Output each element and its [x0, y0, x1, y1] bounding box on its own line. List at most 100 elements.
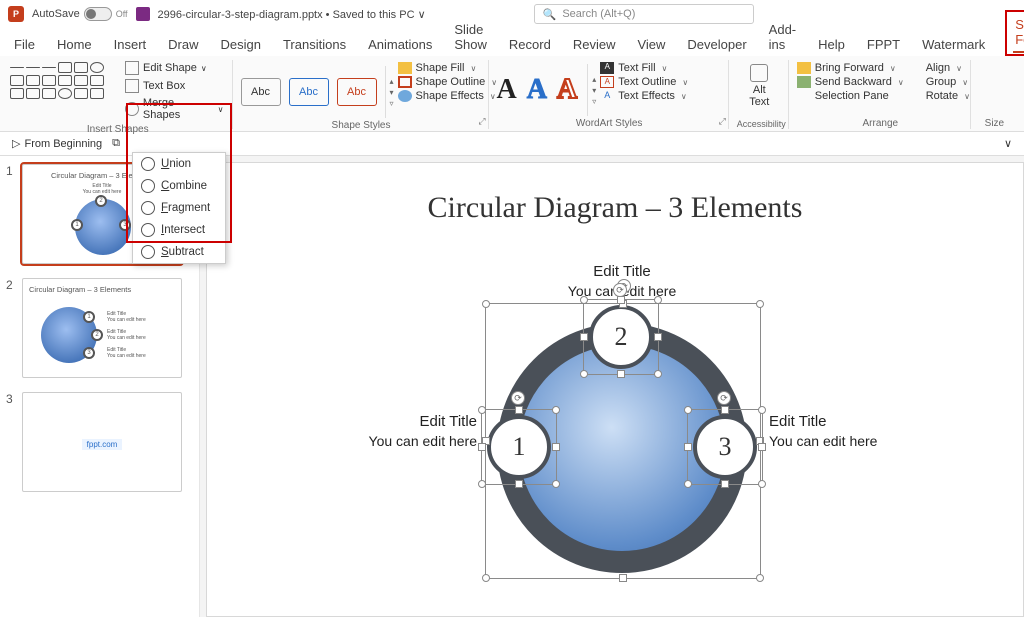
group-label-accessibility: Accessibility: [737, 117, 782, 129]
thumb-num-1: 1: [6, 164, 16, 264]
rotate-handle-node-2[interactable]: ⟳: [613, 283, 627, 297]
document-title[interactable]: 2996-circular-3-step-diagram.pptx • Save…: [158, 8, 426, 21]
rotate-handle-node-1[interactable]: ⟳: [511, 391, 525, 405]
text-effects-button[interactable]: AText Effects∨: [600, 90, 688, 102]
tab-draw[interactable]: Draw: [166, 33, 200, 56]
shape-fill-icon: [398, 62, 412, 74]
selection-node-3[interactable]: [687, 409, 763, 485]
wordart-sample-1[interactable]: A: [497, 74, 517, 106]
quick-dropdown[interactable]: ∨: [1004, 137, 1012, 150]
align-button[interactable]: Align∨: [908, 62, 970, 74]
text-box-button[interactable]: Text Box: [123, 78, 225, 94]
group-icon: [908, 76, 922, 88]
group-arrange: Bring Forward∨ Send Backward∨ Selection …: [795, 60, 971, 129]
toggle-icon[interactable]: [84, 7, 112, 21]
shapes-gallery[interactable]: [10, 60, 119, 99]
thumbnail-3[interactable]: fppt.com: [22, 392, 182, 492]
tab-developer[interactable]: Developer: [685, 33, 748, 56]
tab-file[interactable]: File: [12, 33, 37, 56]
merge-subtract[interactable]: Subtract: [133, 241, 225, 263]
autosave-label: AutoSave: [32, 8, 80, 20]
thumb-row-2[interactable]: 2 Circular Diagram – 3 Elements 1 2 3 Ed…: [6, 278, 193, 378]
combine-icon: [141, 179, 155, 193]
merge-combine[interactable]: Combine: [133, 175, 225, 197]
rotate-icon: [908, 90, 922, 102]
selection-node-1[interactable]: [481, 409, 557, 485]
tab-view[interactable]: View: [635, 33, 667, 56]
autosave-toggle[interactable]: AutoSave Off: [32, 7, 128, 21]
subtract-icon: [141, 245, 155, 259]
wordart-sample-2[interactable]: A: [527, 74, 547, 106]
tab-fppt[interactable]: FPPT: [865, 33, 902, 56]
text-fill-button[interactable]: AText Fill∨: [600, 62, 688, 74]
send-backward-icon: [797, 76, 811, 88]
merge-shapes-menu: Union Combine Fragment Intersect Subtrac…: [132, 152, 226, 264]
wordart-sample-3[interactable]: A: [557, 74, 577, 106]
shape-outline-button[interactable]: Shape Outline∨: [398, 76, 498, 88]
tab-help[interactable]: Help: [816, 33, 847, 56]
wordart-gallery-more[interactable]: ▴▾▿: [587, 64, 596, 116]
merge-shapes-icon: [125, 102, 139, 116]
rotate-handle-node-3[interactable]: ⟳: [717, 391, 731, 405]
quick-icon-1[interactable]: ⧉: [112, 137, 120, 150]
powerpoint-icon: P: [8, 6, 24, 22]
bring-forward-icon: [797, 62, 811, 74]
merge-union[interactable]: Union: [133, 153, 225, 175]
search-icon: 🔍: [543, 8, 557, 21]
wordart-gallery[interactable]: A A A ▴▾▿: [497, 60, 597, 116]
group-label-arrange: Arrange: [797, 116, 964, 129]
selection-node-2[interactable]: [583, 299, 659, 375]
tab-addins[interactable]: Add-ins: [767, 18, 798, 56]
play-icon: ▷: [12, 137, 20, 150]
style-gallery-more[interactable]: ▴▾▿: [385, 66, 394, 118]
diagram: Edit Title You can edit here Edit Title …: [397, 263, 847, 617]
shape-fill-button[interactable]: Shape Fill∨: [398, 62, 498, 74]
tab-review[interactable]: Review: [571, 33, 618, 56]
highlight-shape-format: Shape Format: [1005, 10, 1024, 56]
thumbnail-2[interactable]: Circular Diagram – 3 Elements 1 2 3 Edit…: [22, 278, 182, 378]
style-sample-1[interactable]: Abc: [241, 78, 281, 106]
rotate-button[interactable]: Rotate∨: [908, 90, 970, 102]
group-label-insert-shapes: Insert Shapes: [10, 122, 226, 135]
shape-styles-launcher[interactable]: ⤢: [478, 116, 485, 127]
merge-fragment[interactable]: Fragment: [133, 197, 225, 219]
thumb-num-3: 3: [6, 392, 16, 492]
tab-animations[interactable]: Animations: [366, 33, 434, 56]
merge-shapes-button[interactable]: Merge Shapes∨: [123, 96, 225, 122]
wordart-launcher[interactable]: ⤢: [719, 116, 726, 127]
alt-text-button[interactable]: Alt Text: [739, 60, 779, 108]
style-sample-2[interactable]: Abc: [289, 78, 329, 106]
merge-intersect[interactable]: Intersect: [133, 219, 225, 241]
send-backward-button[interactable]: Send Backward∨: [797, 76, 904, 88]
text-box-icon: [125, 79, 139, 93]
tab-insert[interactable]: Insert: [112, 33, 149, 56]
tab-home[interactable]: Home: [55, 33, 94, 56]
edit-shape-button[interactable]: Edit Shape∨: [123, 60, 225, 76]
selection-pane-icon: [797, 90, 811, 102]
text-left[interactable]: Edit Title You can edit here: [257, 411, 477, 452]
slide-canvas[interactable]: Circular Diagram – 3 Elements Edit Title…: [200, 156, 1024, 617]
shape-style-gallery[interactable]: Abc Abc Abc ▴▾▿: [241, 60, 394, 118]
intersect-icon: [141, 223, 155, 237]
search-input[interactable]: 🔍 Search (Alt+Q): [534, 4, 754, 24]
tab-slideshow[interactable]: Slide Show: [452, 18, 489, 56]
thumb-row-3[interactable]: 3 fppt.com: [6, 392, 193, 492]
group-button[interactable]: Group∨: [908, 76, 970, 88]
tab-transitions[interactable]: Transitions: [281, 33, 348, 56]
text-outline-button[interactable]: AText Outline∨: [600, 76, 688, 88]
save-icon[interactable]: [136, 7, 150, 21]
shape-effects-button[interactable]: Shape Effects∨: [398, 90, 498, 102]
tab-shape-format[interactable]: Shape Format: [1013, 13, 1024, 53]
from-beginning-button[interactable]: ▷From Beginning: [12, 137, 102, 150]
fragment-icon: [141, 201, 155, 215]
tab-design[interactable]: Design: [219, 33, 263, 56]
bring-forward-button[interactable]: Bring Forward∨: [797, 62, 904, 74]
style-sample-3[interactable]: Abc: [337, 78, 377, 106]
text-right[interactable]: Edit Title You can edit here: [769, 411, 989, 452]
selection-pane-button[interactable]: Selection Pane: [797, 90, 904, 102]
tab-watermark[interactable]: Watermark: [920, 33, 987, 56]
slide-title[interactable]: Circular Diagram – 3 Elements: [207, 191, 1023, 225]
group-label-shape-styles: Shape Styles: [241, 118, 482, 131]
group-wordart-styles: A A A ▴▾▿ AText Fill∨ AText Outline∨ ATe…: [495, 60, 729, 129]
tab-record[interactable]: Record: [507, 33, 553, 56]
